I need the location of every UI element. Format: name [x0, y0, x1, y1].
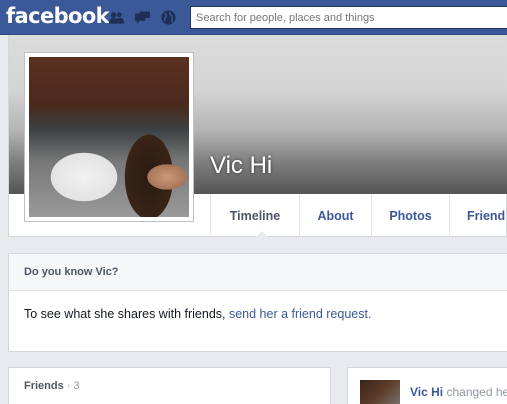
active-tab-caret: [256, 231, 268, 237]
activity-actor-link[interactable]: Vic Hi: [410, 385, 443, 399]
friends-card: Friends · 3: [8, 367, 331, 404]
tab-about[interactable]: About: [299, 194, 371, 237]
activity-thumbnail[interactable]: [360, 380, 400, 404]
do-you-know-title: Do you know Vic?: [9, 254, 507, 291]
friend-requests-icon[interactable]: [109, 10, 124, 25]
activity-text: Vic Hi changed he: [410, 385, 507, 399]
tab-photos[interactable]: Photos: [371, 194, 449, 237]
do-you-know-card: Do you know Vic? To see what she shares …: [8, 253, 507, 352]
activity-verb: changed he: [443, 385, 507, 399]
friends-count: · 3: [63, 380, 80, 392]
notifications-globe-icon[interactable]: [161, 10, 176, 25]
activity-card: Vic Hi changed he: [347, 367, 507, 404]
profile-picture-frame[interactable]: [24, 52, 194, 222]
tab-timeline[interactable]: Timeline: [210, 194, 299, 237]
facebook-logo[interactable]: facebook: [6, 4, 110, 28]
profile-name[interactable]: Vic Hi: [210, 152, 272, 180]
search-box[interactable]: [190, 6, 507, 29]
friends-title[interactable]: Friends: [24, 380, 64, 392]
top-bar: facebook: [0, 0, 507, 35]
friend-request-link[interactable]: send her a friend request.: [229, 307, 371, 321]
do-you-know-body: To see what she shares with friends, sen…: [9, 291, 507, 321]
profile-header: Vic Hi Timeline About Photos Friend: [8, 35, 507, 237]
search-input[interactable]: [191, 7, 507, 28]
messages-icon[interactable]: [135, 10, 150, 25]
tab-friends[interactable]: Friend: [449, 194, 507, 237]
profile-picture[interactable]: [29, 57, 189, 217]
friends-header: Friends · 3: [9, 368, 330, 392]
profile-tabs: Timeline About Photos Friend: [210, 194, 507, 237]
do-you-know-text: To see what she shares with friends,: [24, 307, 229, 321]
